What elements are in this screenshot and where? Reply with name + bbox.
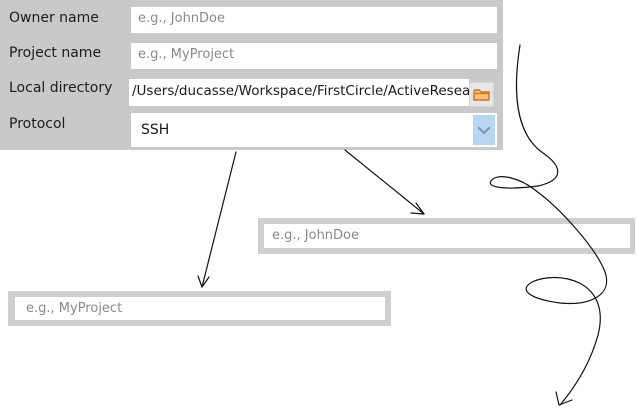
arrow-to-project-field <box>201 151 237 288</box>
squiggle-line <box>489 44 608 406</box>
arrow-to-owner-field <box>344 149 425 215</box>
annotation-overlay <box>197 44 608 406</box>
arrowhead-squiggle <box>555 391 573 406</box>
